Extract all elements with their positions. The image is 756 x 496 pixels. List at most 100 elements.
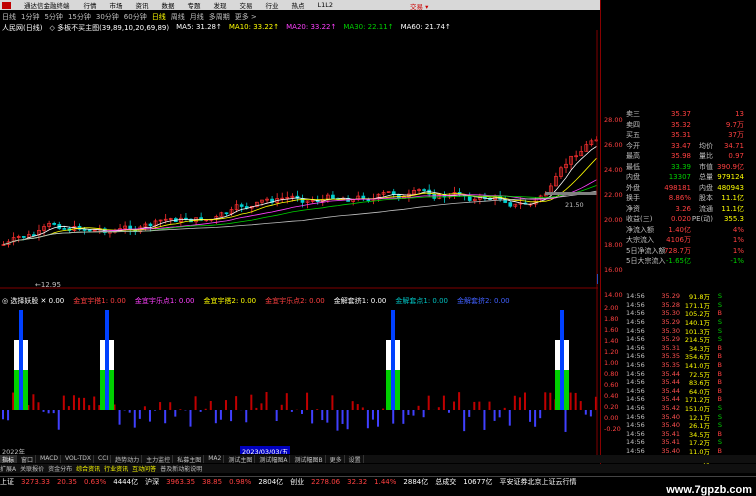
period-tab[interactable]: 60分钟 xyxy=(124,12,147,22)
ind-bar xyxy=(529,410,531,422)
ind-bar xyxy=(443,396,445,410)
indicator-tab[interactable]: 趋势动力 xyxy=(113,455,142,463)
indicator-tab[interactable]: 测试幅图A xyxy=(257,455,290,463)
tick-side: S xyxy=(710,327,722,335)
indicator-tab[interactable]: VOL-TDX xyxy=(63,455,94,463)
index-change: 20.35 xyxy=(57,478,77,486)
period-tab[interactable]: 1分钟 xyxy=(21,12,39,22)
menu-item[interactable]: 行情 xyxy=(84,0,97,10)
indicator-tab[interactable]: MACD xyxy=(38,455,61,463)
tick-price: 35.41 xyxy=(654,438,680,446)
date-axis: 2022年 2023/03/03/五 xyxy=(0,446,598,454)
indicator-tab[interactable]: 窗口 xyxy=(19,455,36,463)
menu-item[interactable]: 专题 xyxy=(188,0,201,10)
ind-bar xyxy=(260,403,262,410)
ind-axis-label: 0.20 xyxy=(604,403,618,411)
indicator-tab[interactable]: MA2 xyxy=(206,455,224,463)
trade-button[interactable]: 交易 ▾ xyxy=(410,1,428,10)
indicator-tab[interactable]: CCI xyxy=(96,455,111,463)
quote-label: 5日净流入额 xyxy=(626,246,656,256)
ind-bar xyxy=(255,408,257,410)
tick-side: B xyxy=(710,370,722,378)
tick-list[interactable]: 14:5635.2991.8万S14:5635.28171.1万S14:5635… xyxy=(626,292,756,464)
tick-side: S xyxy=(710,292,722,300)
quote-label: 换手 xyxy=(626,193,656,203)
period-tab[interactable]: 5分钟 xyxy=(44,12,62,22)
ind-bar xyxy=(169,402,171,410)
candlestick-chart[interactable]: ←12.95 21.50 xyxy=(0,30,598,458)
quote-value: 728.7万 xyxy=(656,246,691,256)
menu-item[interactable]: L1L2 xyxy=(318,1,334,9)
extension-tab[interactable]: 行业资讯 xyxy=(104,464,128,473)
quote-row: 外盘498181内盘480943 xyxy=(626,183,744,194)
quote-row: 净流入额1.40亿4% xyxy=(626,225,744,236)
tick-price: 35.42 xyxy=(654,404,680,412)
period-tab[interactable]: 日线 xyxy=(152,12,166,22)
ind-axis-label: 1.40 xyxy=(604,337,618,345)
tick-price: 35.40 xyxy=(654,447,680,455)
ind-axis-label: 0.00 xyxy=(604,414,618,422)
app-logo-icon xyxy=(2,2,11,9)
period-tab[interactable]: 日线 xyxy=(2,12,16,22)
period-tab[interactable]: 30分钟 xyxy=(96,12,119,22)
ind-bar xyxy=(58,410,60,430)
quote-value: 33.39 xyxy=(656,163,691,171)
menu-item[interactable]: 资讯 xyxy=(136,0,149,10)
ind-bar xyxy=(88,405,90,410)
ind-bar xyxy=(230,410,232,421)
period-tab[interactable]: 更多 > xyxy=(235,12,257,22)
period-bar: 日线1分钟5分钟15分钟30分钟60分钟日线周线月线多周期更多 > xyxy=(2,12,257,22)
total-label: 总成交 xyxy=(435,477,456,487)
extension-tab[interactable]: 资金分布 xyxy=(48,464,72,473)
ind-axis-label: 2.00 xyxy=(604,304,618,312)
ind-bar xyxy=(154,410,156,411)
ind-bar xyxy=(565,410,567,432)
extension-tab[interactable]: 互动问答 xyxy=(132,464,156,473)
tick-price: 35.29 xyxy=(654,335,680,343)
ind-bar xyxy=(149,410,151,422)
extension-tab[interactable]: 普及新动能说明 xyxy=(160,464,202,473)
menu-item[interactable]: 数据 xyxy=(162,0,175,10)
indicator-tab[interactable]: 设置 xyxy=(347,455,364,463)
indicator-tab[interactable]: 测试幅图B xyxy=(292,455,325,463)
quote-label: 外盘 xyxy=(626,183,656,193)
index-name[interactable]: 沪深 xyxy=(145,477,159,487)
indicator-name[interactable]: ◎ 选择妖股 ✕ 0.00 xyxy=(2,296,64,306)
index-name[interactable]: 上证 xyxy=(0,477,14,487)
menu-item[interactable]: 行业 xyxy=(266,0,279,10)
period-tab[interactable]: 15分钟 xyxy=(68,12,91,22)
quote-row: 卖三35.3713 xyxy=(626,109,744,120)
extension-tab[interactable]: 关联报价 xyxy=(20,464,44,473)
tick-price: 35.44 xyxy=(654,395,680,403)
quote-value: 13307 xyxy=(656,173,691,181)
index-name[interactable]: 创业 xyxy=(290,477,304,487)
menu-item[interactable]: 发现 xyxy=(214,0,227,10)
ind-bar xyxy=(585,410,587,415)
indicator-tab[interactable]: 主力监控 xyxy=(144,455,173,463)
period-tab[interactable]: 多周期 xyxy=(209,12,230,22)
ind-bar xyxy=(352,401,354,410)
indicator-tab[interactable]: 更多 xyxy=(328,455,345,463)
ind-bar xyxy=(570,393,572,410)
period-tab[interactable]: 月线 xyxy=(190,12,204,22)
menu-item[interactable]: 交易 xyxy=(240,0,253,10)
tick-side: S xyxy=(710,421,722,429)
ind-bar xyxy=(235,396,237,410)
indicator-tab[interactable]: 私募主图 xyxy=(175,455,204,463)
ma-line xyxy=(4,180,597,245)
price-axis-label: 20.00 xyxy=(604,216,623,224)
ind-bar xyxy=(164,410,166,423)
ind-bar xyxy=(412,410,414,416)
indicator-tab[interactable]: 指标 xyxy=(0,455,17,463)
quote-label: 收益(三) xyxy=(626,214,656,224)
quote-value: 33.47 xyxy=(656,142,691,150)
ind-axis-label: 1.60 xyxy=(604,326,618,334)
indicator-tab[interactable]: 测试主图 xyxy=(226,455,255,463)
quote-value2: 1% xyxy=(713,236,744,244)
extension-tab[interactable]: 综合资讯 xyxy=(76,464,100,473)
menu-item[interactable]: 热点 xyxy=(292,0,305,10)
extension-tab[interactable]: 扩展A xyxy=(0,464,16,473)
quote-label2: 量比 xyxy=(691,151,713,161)
period-tab[interactable]: 周线 xyxy=(171,12,185,22)
menu-item[interactable]: 市场 xyxy=(110,0,123,10)
